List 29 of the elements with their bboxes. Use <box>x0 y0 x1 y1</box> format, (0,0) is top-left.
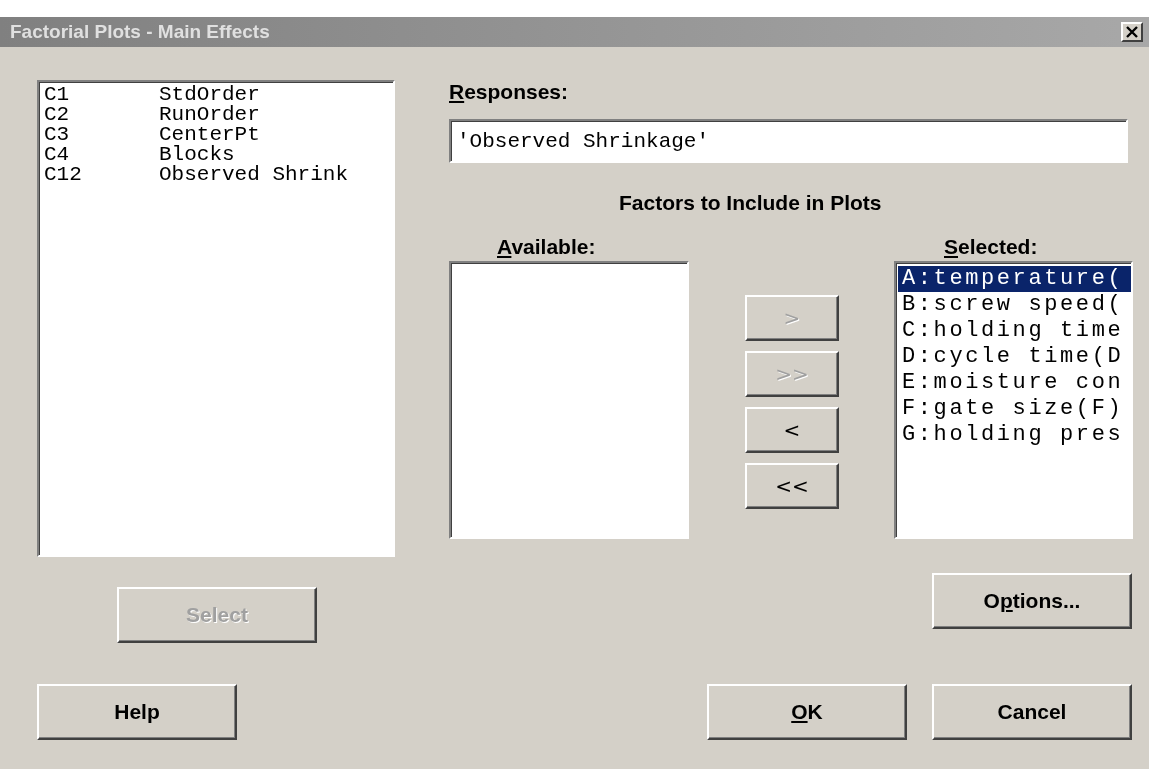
factor-item[interactable]: G:holding pres <box>898 422 1131 448</box>
column-item[interactable]: C12 Observed Shrink <box>44 165 393 185</box>
column-item[interactable]: C3 CenterPt <box>44 125 393 145</box>
factors-heading: Factors to Include in Plots <box>619 191 883 215</box>
close-icon <box>1125 25 1139 39</box>
column-item[interactable]: C1 StdOrder <box>44 85 393 105</box>
columns-list[interactable]: C1 StdOrder C2 RunOrder C3 CenterPt C4 Blocks C12 Observed Shrink <box>37 80 395 557</box>
selected-list[interactable]: A:temperature( B:screw speed( C:holding time D:cycle time(D E:moisture con F:gate size(F) G:holding pres <box>894 261 1133 539</box>
column-item[interactable]: C4 Blocks <box>44 145 393 165</box>
cancel-button[interactable]: Cancel <box>932 684 1132 740</box>
factor-item[interactable]: A:temperature( <box>898 266 1131 292</box>
window-title: Factorial Plots - Main Effects <box>10 21 270 43</box>
move-button[interactable]: < <box>745 407 839 453</box>
factor-item[interactable]: F:gate size(F) <box>898 396 1131 422</box>
close-button[interactable] <box>1121 22 1143 42</box>
ok-button[interactable]: OK <box>707 684 907 740</box>
factor-item[interactable]: B:screw speed( <box>898 292 1131 318</box>
column-item[interactable]: C2 RunOrder <box>44 105 393 125</box>
available-list[interactable] <box>449 261 689 539</box>
move-button[interactable]: << <box>745 463 839 509</box>
available-label: Available: <box>496 235 597 259</box>
factor-item[interactable]: C:holding time <box>898 318 1131 344</box>
factor-item[interactable]: D:cycle time(D <box>898 344 1131 370</box>
selected-label: Selected: <box>943 235 1039 259</box>
options-button[interactable]: Options... <box>932 573 1132 629</box>
responses-field[interactable]: 'Observed Shrinkage' <box>449 119 1128 163</box>
help-button[interactable]: Help <box>37 684 237 740</box>
responses-label: Responses: <box>449 80 570 104</box>
factor-item[interactable]: E:moisture con <box>898 370 1131 396</box>
